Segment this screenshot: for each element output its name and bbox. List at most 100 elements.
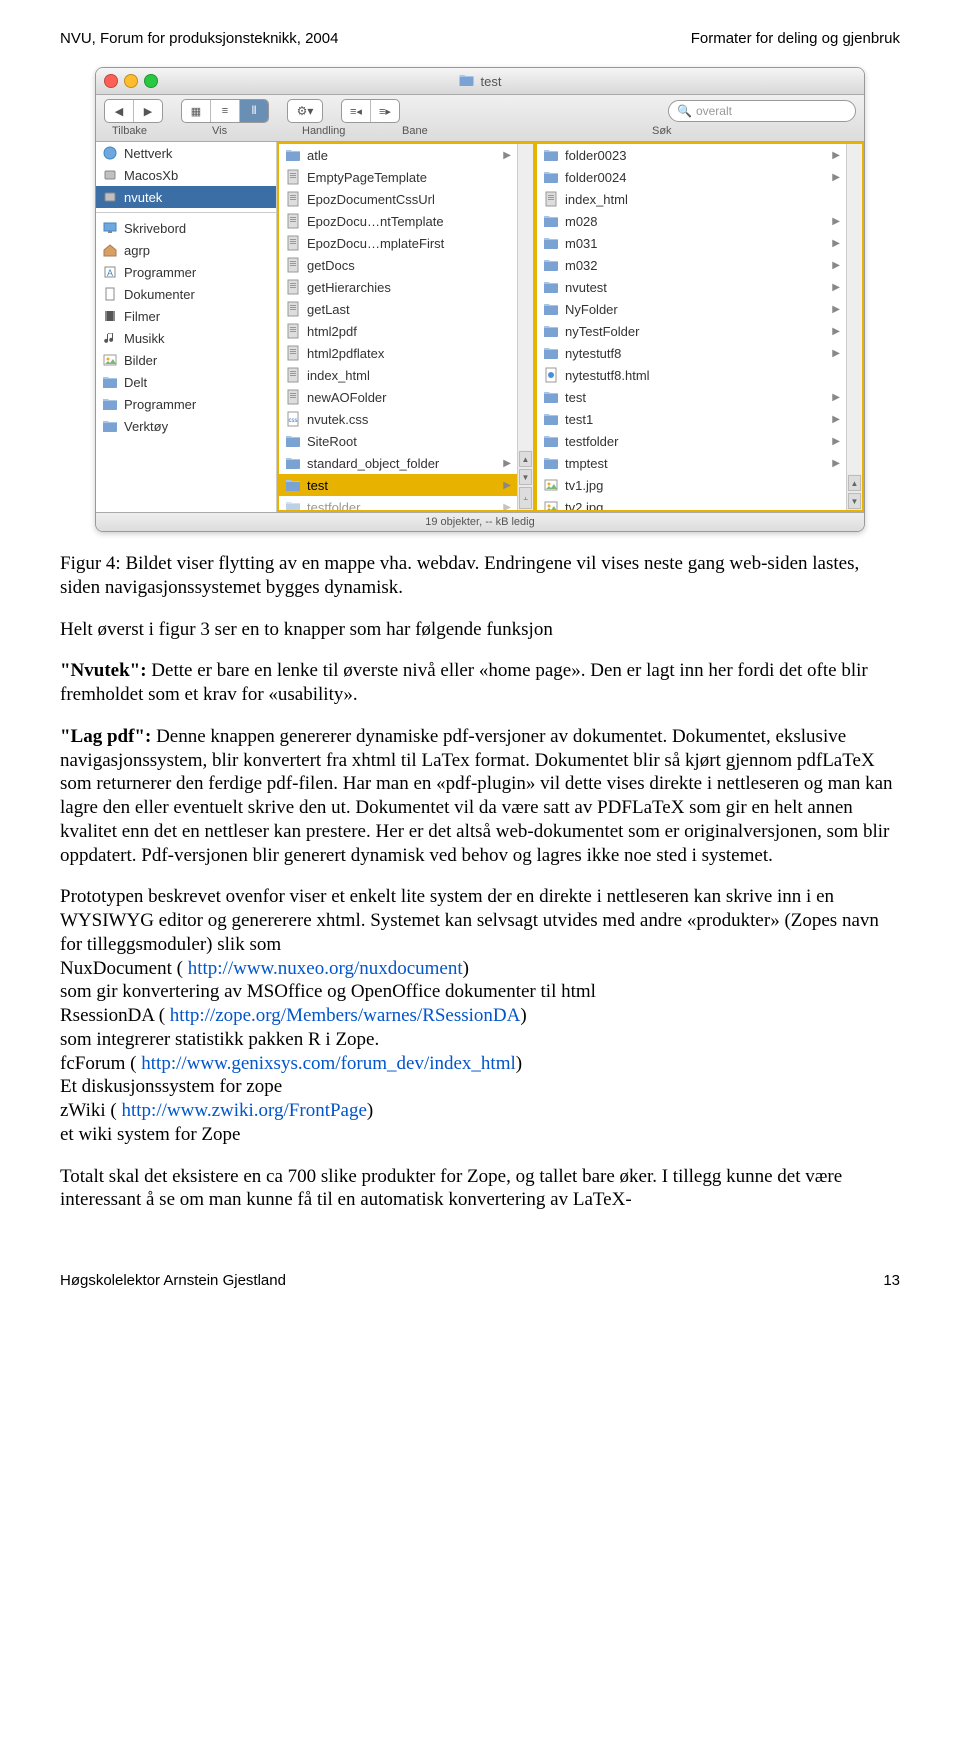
close-icon[interactable] (104, 74, 118, 88)
css-icon: css (285, 411, 301, 427)
col2-item[interactable]: newAOFolder (279, 386, 517, 408)
toolbar-label: Søk (532, 125, 848, 137)
search-input[interactable]: 🔍 overalt (668, 100, 856, 122)
item-label: Verktøy (124, 419, 168, 434)
folder-icon (543, 301, 559, 317)
col2-item[interactable]: getHierarchies (279, 276, 517, 298)
col2-item[interactable]: test▶ (279, 474, 517, 496)
chevron-right-icon: ▶ (503, 150, 511, 161)
col2-item[interactable]: EpozDocumentCssUrl (279, 188, 517, 210)
app-icon: A (102, 264, 118, 280)
scrollbar[interactable]: ▲▼⫠ (517, 144, 533, 510)
sidebar-item[interactable]: AProgrammer (96, 261, 276, 283)
col3-item[interactable]: test1▶ (537, 408, 846, 430)
sidebar-item[interactable]: Bilder (96, 349, 276, 371)
item-label: newAOFolder (307, 390, 386, 405)
item-label: Musikk (124, 331, 164, 346)
col3-item[interactable]: nytestutf8▶ (537, 342, 846, 364)
item-label: testfolder (565, 434, 618, 449)
toolbar-label: Handling (302, 125, 402, 137)
folder-icon (285, 455, 301, 471)
col2-item[interactable]: index_html (279, 364, 517, 386)
item-label: Skrivebord (124, 221, 186, 236)
minimize-icon[interactable] (124, 74, 138, 88)
col2-item[interactable]: atle ▶ (279, 144, 517, 166)
paragraph: Helt øverst i figur 3 ser en to knapper … (60, 618, 900, 642)
back-forward[interactable]: ◀▶ (104, 99, 163, 123)
col3-item[interactable]: folder0023▶ (537, 144, 846, 166)
col2-item[interactable]: EmptyPageTemplate (279, 166, 517, 188)
sidebar-item[interactable]: MacosXb (96, 164, 276, 186)
folder-icon (102, 396, 118, 412)
item-label: nvutek (124, 190, 162, 205)
film-icon (102, 308, 118, 324)
file-icon (285, 169, 301, 185)
sidebar-item[interactable]: nvutek (96, 186, 276, 208)
col3-item[interactable]: folder0024▶ (537, 166, 846, 188)
col2-item[interactable]: getLast (279, 298, 517, 320)
col2-item[interactable]: standard_object_folder▶ (279, 452, 517, 474)
link[interactable]: http://www.zwiki.org/FrontPage (122, 1100, 367, 1121)
col2-item[interactable]: html2pdflatex (279, 342, 517, 364)
chevron-right-icon: ▶ (503, 458, 511, 469)
item-label: tv2.jpg (565, 500, 603, 511)
col3-item[interactable]: testfolder▶ (537, 430, 846, 452)
window-titlebar[interactable]: test (96, 68, 864, 95)
link[interactable]: http://www.nuxeo.org/nuxdocument (188, 958, 463, 979)
col3-item[interactable]: tv1.jpg (537, 474, 846, 496)
paragraph: Prototypen beskrevet ovenfor viser et en… (60, 885, 900, 1146)
item-label: html2pdf (307, 324, 357, 339)
col3-item[interactable]: m031▶ (537, 232, 846, 254)
col3-item[interactable]: m032▶ (537, 254, 846, 276)
search-placeholder: overalt (696, 104, 732, 118)
desktop-icon (102, 220, 118, 236)
sidebar-item[interactable]: agrp (96, 239, 276, 261)
col2-item[interactable]: testfolder▶ (279, 496, 517, 510)
view-switcher[interactable]: ▦≡⫴ (181, 99, 269, 123)
item-label: atle (307, 148, 328, 163)
item-label: tmptest (565, 456, 608, 471)
col3-item[interactable]: nvutest▶ (537, 276, 846, 298)
col3-item[interactable]: tmptest ▶ (537, 452, 846, 474)
col3-item[interactable]: nyTestFolder▶ (537, 320, 846, 342)
column-2: atle ▶ EmptyPageTemplateEpozDocumentCssUrl… (277, 142, 535, 512)
col2-item[interactable]: getDocs (279, 254, 517, 276)
sidebar-item[interactable]: Delt (96, 371, 276, 393)
sidebar-item[interactable]: Musikk (96, 327, 276, 349)
chevron-right-icon: ▶ (832, 458, 840, 469)
col2-item[interactable]: EpozDocu…ntTemplate (279, 210, 517, 232)
col3-item[interactable]: test▶ (537, 386, 846, 408)
sidebar-item[interactable]: Nettverk (96, 142, 276, 164)
path-buttons[interactable]: ≡◂≡▸ (341, 99, 400, 123)
folder-icon (543, 235, 559, 251)
item-label: getDocs (307, 258, 355, 273)
sidebar-item[interactable]: Skrivebord (96, 217, 276, 239)
search-icon: 🔍 (677, 104, 692, 118)
item-label: Dokumenter (124, 287, 195, 302)
folder-icon (543, 257, 559, 273)
folder-icon (543, 411, 559, 427)
col3-item[interactable]: index_html (537, 188, 846, 210)
col3-item[interactable]: tv2.jpg (537, 496, 846, 510)
sidebar-item[interactable]: Filmer (96, 305, 276, 327)
item-label: Programmer (124, 397, 196, 412)
col3-item[interactable]: NyFolder▶ (537, 298, 846, 320)
sidebar-item[interactable]: Programmer (96, 393, 276, 415)
zoom-icon[interactable] (144, 74, 158, 88)
col2-item[interactable]: html2pdf (279, 320, 517, 342)
col2-item[interactable]: SiteRoot (279, 430, 517, 452)
col2-item[interactable]: EpozDocu…mplateFirst (279, 232, 517, 254)
item-label: html2pdflatex (307, 346, 384, 361)
link[interactable]: http://zope.org/Members/warnes/RSessionD… (170, 1005, 521, 1026)
col3-item[interactable]: nytestutf8.html (537, 364, 846, 386)
col2-item[interactable]: cssnvutek.css (279, 408, 517, 430)
action-button[interactable]: ⚙▾ (287, 99, 323, 123)
sidebar-item[interactable]: Verktøy (96, 415, 276, 437)
link[interactable]: http://www.genixsys.com/forum_dev/index_… (141, 1053, 516, 1074)
sidebar-item[interactable]: Dokumenter (96, 283, 276, 305)
item-label: getLast (307, 302, 350, 317)
scrollbar[interactable]: ▲▼ (846, 144, 862, 510)
toolbar-label: Tilbake (112, 125, 212, 137)
file-icon (285, 367, 301, 383)
col3-item[interactable]: m028▶ (537, 210, 846, 232)
